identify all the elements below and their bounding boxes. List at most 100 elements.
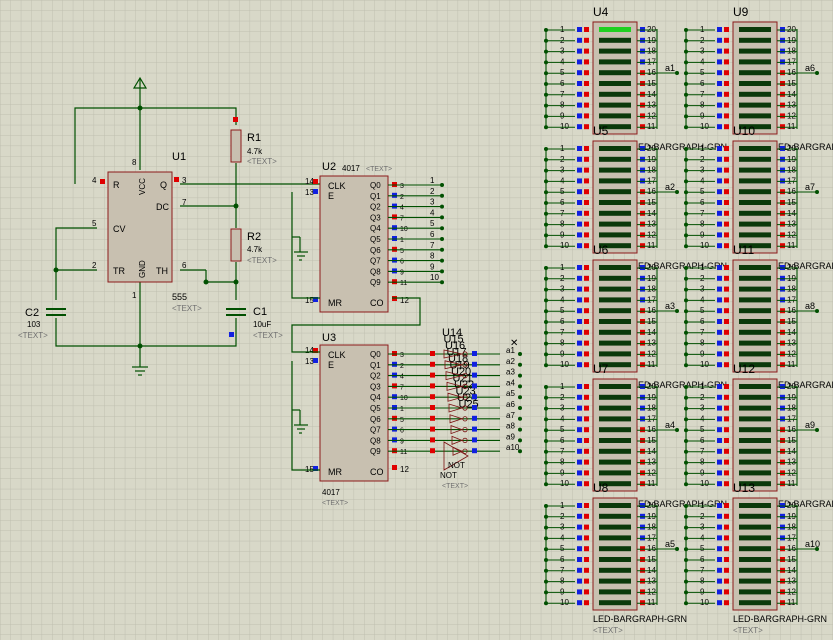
output-pin-num: 2 <box>400 363 404 370</box>
output-label-q4: Q4 <box>370 224 381 233</box>
led-segment <box>599 524 631 530</box>
led-segment <box>599 405 631 411</box>
led-segment <box>739 351 771 357</box>
output-label-q4: Q4 <box>370 393 381 402</box>
bargraph-text: <TEXT> <box>733 626 763 635</box>
output-pin-num: 6 <box>400 428 404 435</box>
led-segment <box>739 546 771 552</box>
bargraph-ref: U9 <box>733 5 749 19</box>
led-segment <box>739 156 771 162</box>
led-segment <box>599 102 631 108</box>
inverter-text: <TEXT> <box>442 483 468 490</box>
led-segment <box>599 513 631 519</box>
led-segment <box>739 448 771 454</box>
r2-text: <TEXT> <box>247 256 277 265</box>
bargraph-ref: U10 <box>733 124 755 138</box>
led-segment <box>599 394 631 400</box>
timer-part-label: 555 <box>172 292 187 302</box>
led-segment <box>599 210 631 216</box>
mr-label: MR <box>328 467 342 477</box>
net-label: 7 <box>430 241 435 250</box>
led-segment <box>599 308 631 314</box>
output-pin-num: 3 <box>400 352 404 359</box>
led-segment <box>599 113 631 119</box>
led-segment <box>599 189 631 195</box>
output-pin-num: 9 <box>400 438 404 445</box>
led-segment <box>739 578 771 584</box>
led-segment <box>739 48 771 54</box>
net-label: a10 <box>506 443 520 452</box>
led-segment <box>599 546 631 552</box>
led-segment <box>739 329 771 335</box>
pin-num-tr: 2 <box>92 261 97 270</box>
led-segment <box>599 297 631 303</box>
led-segment <box>739 384 771 389</box>
led-segment <box>599 578 631 584</box>
led-segment <box>599 178 631 184</box>
led-segment <box>739 524 771 530</box>
led-segment <box>739 102 771 108</box>
output-label-q9: Q9 <box>370 278 381 287</box>
led-segment <box>599 384 631 389</box>
grid-background <box>0 0 833 640</box>
led-segment <box>599 37 631 43</box>
output-label-q3: Q3 <box>370 382 381 391</box>
output-label-q9: Q9 <box>370 447 381 456</box>
output-label-q1: Q1 <box>370 192 381 201</box>
bargraph-ref: U5 <box>593 124 609 138</box>
output-pin-num: 5 <box>400 248 404 255</box>
timer-ref-label: U1 <box>172 151 186 163</box>
output-label-q0: Q0 <box>370 181 381 190</box>
led-segment <box>599 340 631 346</box>
no-connect-icon: ✕ <box>510 338 518 349</box>
e-label: E <box>328 360 334 370</box>
output-pin-num: 1 <box>400 406 404 413</box>
led-segment <box>739 438 771 443</box>
led-segment <box>599 319 631 324</box>
led-segment <box>739 265 771 270</box>
output-label-q3: Q3 <box>370 213 381 222</box>
led-segment <box>599 286 631 292</box>
r1-ref: R1 <box>247 132 261 144</box>
net-label: 2 <box>430 187 435 196</box>
led-segment <box>599 470 631 476</box>
net-label: a2 <box>506 357 515 366</box>
led-segment <box>599 91 631 97</box>
net-label: a6 <box>506 400 515 409</box>
led-segment <box>599 146 631 151</box>
c2-ref: C2 <box>25 307 39 319</box>
net-label: a3 <box>506 368 515 377</box>
co-label: CO <box>370 467 384 477</box>
led-segment <box>599 232 631 238</box>
led-segment <box>739 557 771 562</box>
led-segment <box>739 178 771 184</box>
counter-ref: U2 <box>322 161 336 173</box>
output-pin-num: 3 <box>400 183 404 190</box>
led-segment <box>599 59 631 65</box>
led-segment <box>599 81 631 86</box>
output-label-q2: Q2 <box>370 372 381 381</box>
pin-label-r: R <box>113 180 120 190</box>
led-segment <box>739 503 771 508</box>
net-label: 3 <box>430 198 435 207</box>
counter-text: <TEXT> <box>366 166 392 173</box>
output-pin-num: 1 <box>400 237 404 244</box>
r2-ref: R2 <box>247 231 261 243</box>
led-segment <box>739 297 771 303</box>
counter-part: 4017 <box>342 164 360 173</box>
led-segment <box>599 167 631 173</box>
led-segment <box>739 37 771 43</box>
pin-label-tr: TR <box>113 266 125 276</box>
led-segment <box>739 427 771 433</box>
led-segment <box>739 459 771 465</box>
output-label-q7: Q7 <box>370 257 381 266</box>
inverter-part: NOT <box>448 461 465 470</box>
net-label: a9 <box>506 432 515 441</box>
led-segment <box>739 340 771 346</box>
bargraph-net-label: a1 <box>665 63 675 73</box>
schematic-canvas[interactable]: U1 R VCC Q DC CV TR GND TH 4 8 3 7 5 2 1… <box>0 0 833 640</box>
led-segment <box>739 81 771 86</box>
bargraph-part: LED-BARGRAPH-GRN <box>593 614 687 624</box>
output-pin-num: 7 <box>400 215 404 222</box>
led-segment <box>739 567 771 573</box>
